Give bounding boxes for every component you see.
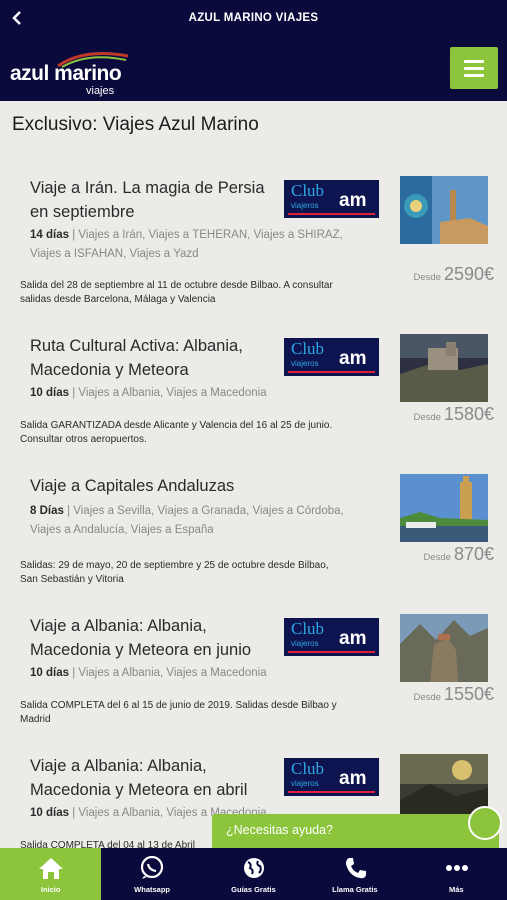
phone-icon xyxy=(346,858,367,879)
top-bar: AZUL MARINO VIAJES xyxy=(0,0,507,38)
trip-tags[interactable]: Viajes a Irán, Viajes a TEHERAN, Viajes … xyxy=(30,229,343,260)
chat-bubble-icon[interactable] xyxy=(468,806,502,840)
trip-tags[interactable]: Viajes a Albania, Viajes a Macedonia xyxy=(78,387,266,399)
trip-note: Salida GARANTIZADA desde Alicante y Vale… xyxy=(20,420,333,445)
menu-button[interactable] xyxy=(450,47,498,89)
bottom-nav: Inicio Whatsapp Guías Gratis Llama Grati… xyxy=(0,848,507,900)
page-title: Exclusivo: Viajes Azul Marino xyxy=(12,114,259,135)
logo-main-text: azul marino xyxy=(10,62,122,85)
trip-title[interactable]: Viaje a Albania: Albania, Macedonia y Me… xyxy=(30,754,275,802)
club-viajeros-badge: Club viajeros am xyxy=(284,338,379,376)
club-viajeros-badge: Club viajeros am xyxy=(284,618,379,656)
trip-tags[interactable]: Viajes a Sevilla, Viajes a Granada, Viaj… xyxy=(30,505,344,536)
site-header: azul marino viajes xyxy=(0,38,507,101)
nav-whatsapp[interactable]: Whatsapp xyxy=(101,848,202,900)
trip-duration: 14 días xyxy=(30,229,69,241)
home-icon xyxy=(39,858,63,879)
trip-price: Desde 2590€ xyxy=(413,264,494,284)
trip-thumbnail[interactable] xyxy=(400,474,488,542)
trip-note: Salidas: 29 de mayo, 20 de septiembre y … xyxy=(20,560,329,585)
trip-note: Salida COMPLETA del 6 al 15 de junio de … xyxy=(20,700,337,725)
trip-duration: 8 Días xyxy=(30,505,64,517)
trip-title[interactable]: Viaje a Capitales Andaluzas xyxy=(30,474,290,498)
trip-duration: 10 días xyxy=(30,807,69,819)
trip-title[interactable]: Viaje a Irán. La magia de Persia en sept… xyxy=(30,176,275,224)
club-viajeros-badge: Club viajeros am xyxy=(284,180,379,218)
trip-note: Salida del 28 de septiembre al 11 de oct… xyxy=(20,280,333,305)
nav-mas[interactable]: Más xyxy=(406,848,507,900)
app-title: AZUL MARINO VIAJES xyxy=(188,12,319,24)
trip-price: Desde 1550€ xyxy=(413,684,494,704)
trip-title[interactable]: Ruta Cultural Activa: Albania, Macedonia… xyxy=(30,334,275,382)
more-icon xyxy=(445,865,468,871)
trip-tags[interactable]: Viajes a Albania, Viajes a Macedonia xyxy=(78,667,266,679)
trip-thumbnail[interactable] xyxy=(400,176,488,244)
trip-price: Desde 870€ xyxy=(423,544,494,564)
logo-sub-text: viajes xyxy=(86,85,115,97)
menu-icon xyxy=(464,60,484,63)
club-viajeros-badge: Club viajeros am xyxy=(284,758,379,796)
trip-duration: 10 días xyxy=(30,667,69,679)
trip-title[interactable]: Viaje a Albania: Albania, Macedonia y Me… xyxy=(30,614,275,662)
globe-icon xyxy=(243,858,264,878)
trip-duration: 10 días xyxy=(30,387,69,399)
brand-logo[interactable]: azul marino viajes xyxy=(10,46,130,97)
whatsapp-icon xyxy=(141,856,164,879)
nav-llama[interactable]: Llama Gratis xyxy=(304,848,405,900)
trip-price: Desde 1580€ xyxy=(413,404,494,424)
trip-thumbnail[interactable] xyxy=(400,614,488,682)
nav-guias[interactable]: Guías Gratis xyxy=(203,848,304,900)
help-chat-button[interactable]: ¿Necesitas ayuda? xyxy=(212,814,499,848)
nav-inicio[interactable]: Inicio xyxy=(0,848,102,900)
trip-thumbnail[interactable] xyxy=(400,334,488,402)
